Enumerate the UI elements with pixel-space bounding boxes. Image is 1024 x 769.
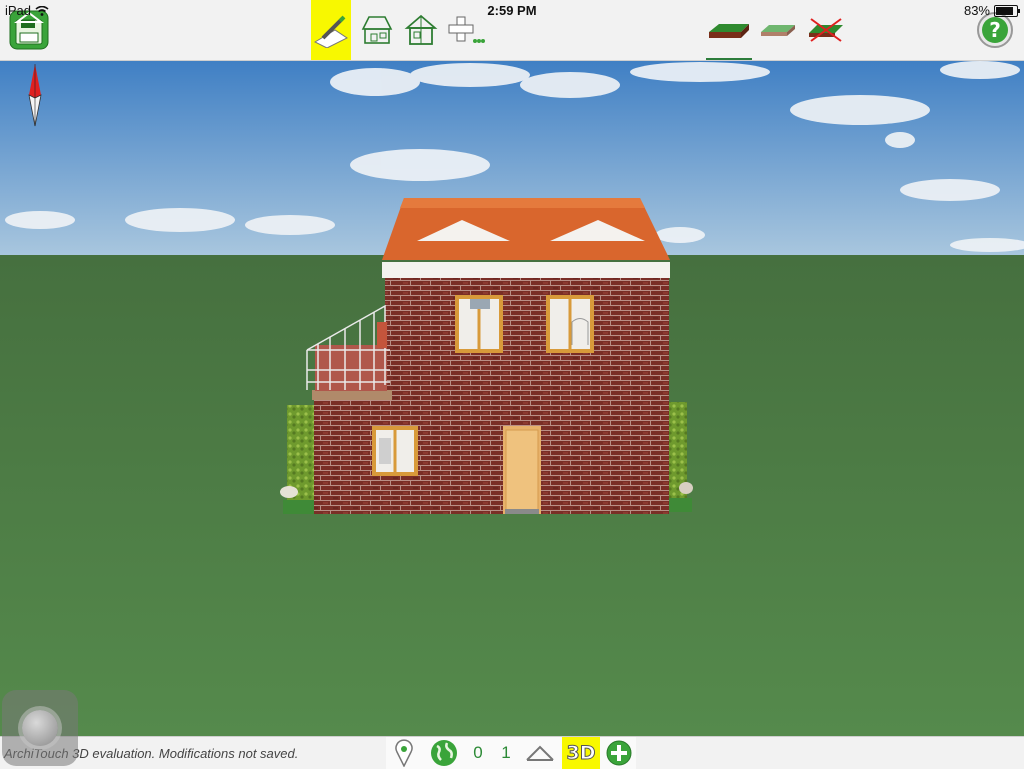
globe-icon: [431, 740, 457, 766]
ground-off-icon: [809, 18, 843, 42]
roof-level-button[interactable]: [524, 737, 556, 769]
ground-flat-icon: [761, 25, 795, 36]
ground-layer-icon: [709, 24, 749, 38]
plus-circle-icon: [606, 740, 632, 766]
navigation-joystick[interactable]: [2, 690, 78, 766]
level-0-label: 0: [473, 743, 483, 762]
battery-status: 83%: [963, 3, 1020, 18]
window-upper-right: [546, 295, 594, 353]
roof-fascia: [382, 262, 670, 278]
globe-button[interactable]: [428, 737, 460, 769]
ground-selected-indicator: [706, 58, 752, 60]
joystick-knob[interactable]: [22, 710, 58, 746]
3d-viewport[interactable]: [0, 60, 1024, 736]
bottom-bar: ArchiTouch 3D evaluation. Modifications …: [0, 736, 1024, 769]
view-3d-button[interactable]: 3D: [562, 737, 600, 769]
level-1-button[interactable]: 1: [498, 737, 514, 769]
battery-percent: 83%: [963, 3, 990, 18]
clock: 2:59 PM: [487, 3, 537, 18]
level-toolbar: 0 1 3D: [386, 737, 636, 769]
location-button[interactable]: [392, 737, 416, 769]
front-door: [503, 426, 541, 514]
battery-icon: [994, 4, 1020, 17]
level-1-label: 1: [501, 743, 511, 762]
status-bar: iPad 2:59 PM 83%: [0, 0, 1024, 20]
roof-icon: [526, 745, 554, 761]
add-level-button[interactable]: [604, 737, 634, 769]
window-lower: [372, 426, 418, 476]
view-3d-label: 3D: [566, 742, 596, 765]
svg-text:?: ?: [989, 18, 1001, 42]
level-0-button[interactable]: 0: [470, 737, 486, 769]
location-pin-icon: [395, 739, 413, 767]
window-upper-left: [455, 295, 503, 353]
compass-icon[interactable]: [25, 60, 45, 130]
